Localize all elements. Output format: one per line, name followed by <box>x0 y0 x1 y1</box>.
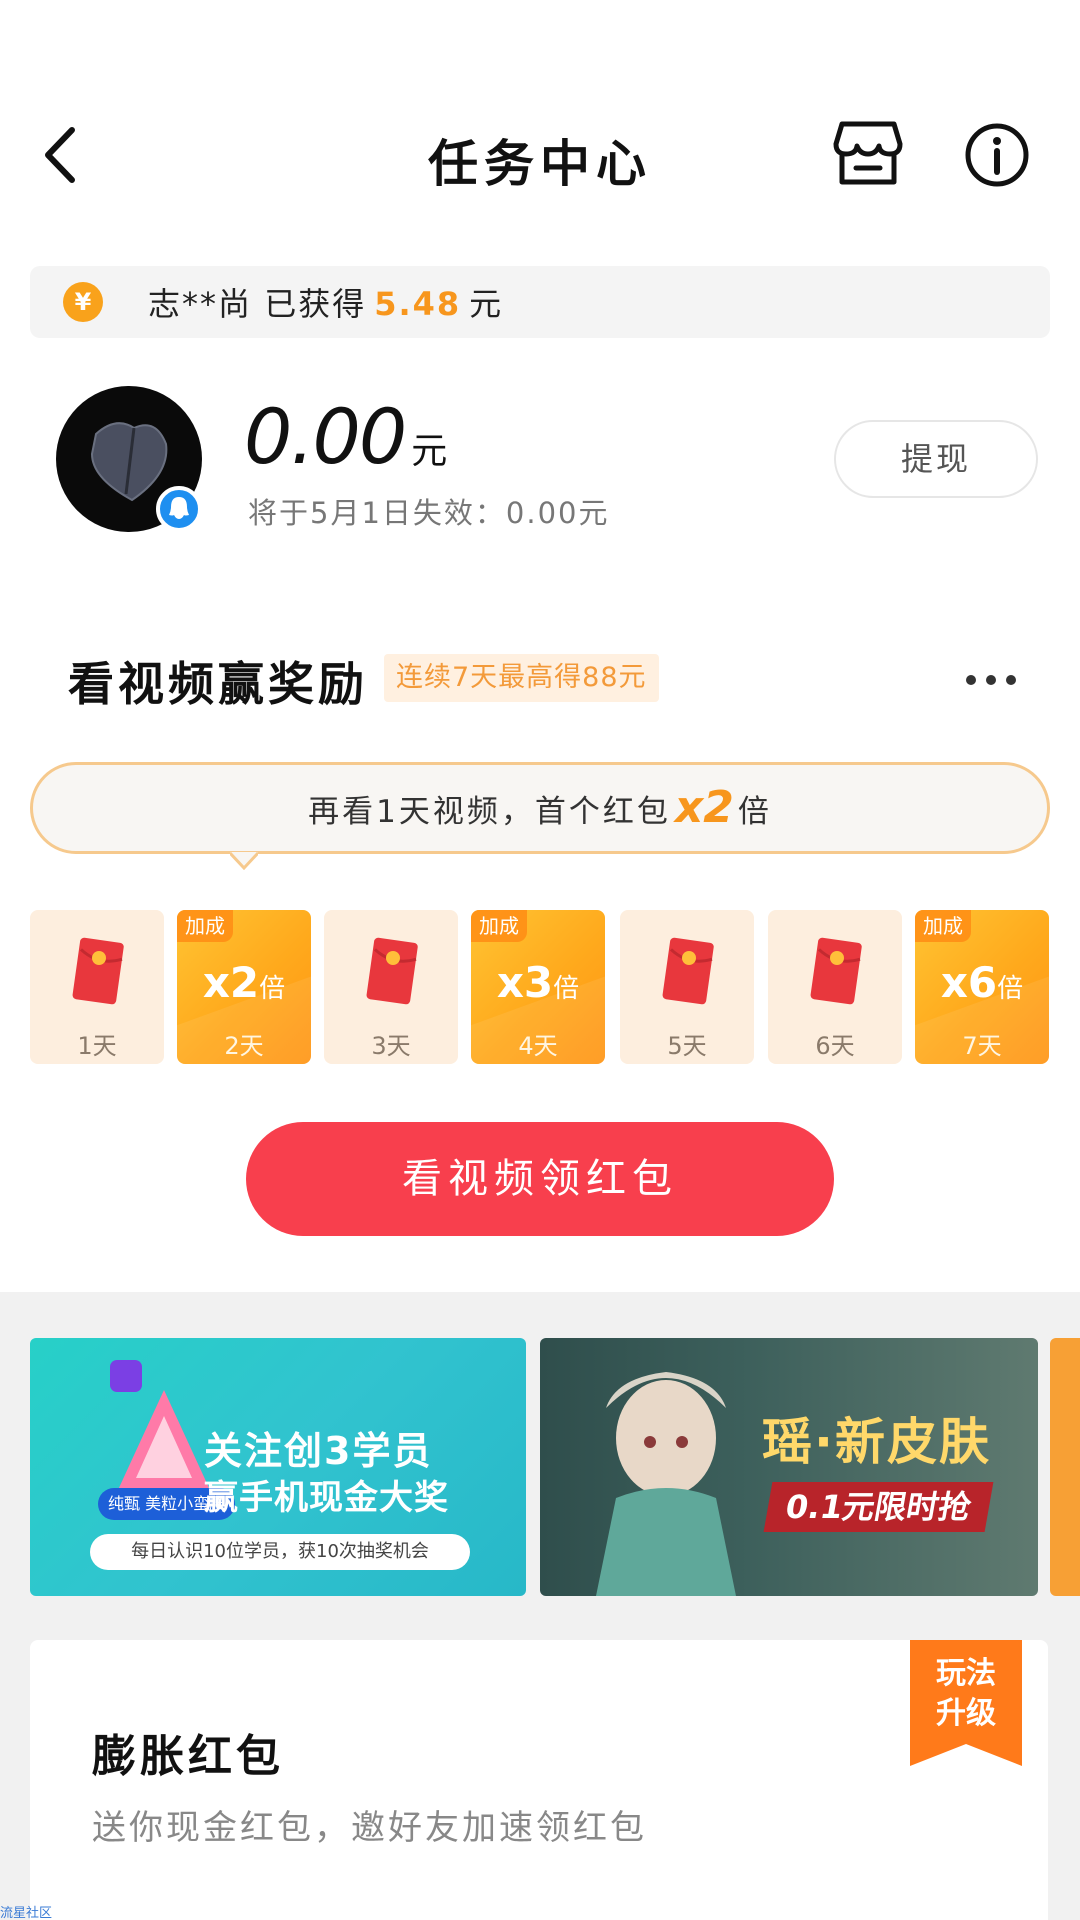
day-item-6: 6天 <box>768 910 902 1064</box>
watch-video-button[interactable]: 看视频领红包 <box>246 1122 834 1236</box>
banner-next-peek[interactable] <box>1050 1338 1080 1596</box>
tip-arrow-icon <box>230 852 258 870</box>
tip-bubble: 再看1天视频，首个红包x2 倍 <box>30 762 1050 854</box>
day-label: 6天 <box>815 1032 855 1060</box>
bonus-tag: 加成 <box>471 910 527 942</box>
banner-subtitle: 0.1元限时抢 <box>763 1482 994 1532</box>
expire-text: 将于5月1日失效：0.00元 <box>248 496 610 530</box>
ribbon-text: 玩法 升级 <box>936 1656 996 1731</box>
red-envelope-icon <box>810 937 862 1005</box>
section-tag: 连续7天最高得88元 <box>384 654 659 702</box>
banner-subtitle: 赢手机现金大奖 <box>204 1478 449 1518</box>
day-item-5: 5天 <box>620 910 754 1064</box>
day-label: 3天 <box>371 1032 411 1060</box>
red-envelope-icon <box>366 937 418 1005</box>
day-label: 4天 <box>518 1032 558 1060</box>
qq-badge-icon <box>156 486 202 532</box>
tip-multiplier: x2 <box>674 782 734 833</box>
banner-yao-skin[interactable]: 瑶·新皮肤 0.1元限时抢 <box>540 1338 1038 1596</box>
red-envelope-icon <box>662 937 714 1005</box>
top-bar: 任务中心 <box>0 100 1080 210</box>
bonus-tag: 加成 <box>915 910 971 942</box>
banner-title: 瑶·新皮肤 <box>762 1413 991 1471</box>
withdraw-button[interactable]: 提现 <box>834 420 1038 498</box>
svg-text:¥: ¥ <box>75 288 92 316</box>
page-title: 任务中心 <box>428 135 652 193</box>
notice-text: 志**尚 已获得 5.48 元 <box>148 279 503 325</box>
red-envelope-icon <box>72 937 124 1005</box>
more-options-icon[interactable] <box>966 670 1016 690</box>
notice-earned-label: 已获得 <box>264 285 367 323</box>
section-title: 看视频赢奖励 <box>68 657 368 711</box>
day-label: 2天 <box>224 1032 264 1060</box>
day-label: 5天 <box>667 1032 707 1060</box>
yuan-coin-icon: ¥ <box>63 282 103 322</box>
day-progress-row: 1天 加成 x2倍 2天 3天 加成 x3倍 4天 5天 6天 加成 x6倍 7… <box>30 910 1050 1064</box>
balance-value: 0.00 <box>244 392 407 481</box>
card-description: 送你现金红包，邀好友加速领红包 <box>92 1808 647 1848</box>
balance-unit: 元 <box>411 431 447 472</box>
info-button[interactable] <box>962 120 1032 190</box>
day-item-3: 3天 <box>324 910 458 1064</box>
tip-suffix: 倍 <box>737 794 772 830</box>
balance-amount: 0.00 元 <box>244 392 447 481</box>
character-illustration <box>596 1372 736 1596</box>
info-icon <box>965 123 1029 187</box>
notice-amount: 5.48 <box>374 285 462 323</box>
store-button[interactable] <box>832 120 904 188</box>
notice-unit: 元 <box>469 285 504 323</box>
card-title: 膨胀红包 <box>92 1731 284 1782</box>
bonus-tag: 加成 <box>177 910 233 942</box>
store-icon <box>833 121 903 185</box>
inflate-redpacket-card[interactable]: 玩法 升级 膨胀红包 送你现金红包，邀好友加速领红包 <box>30 1640 1048 1920</box>
bonus-multiplier: x6倍 <box>940 958 1024 1007</box>
bonus-multiplier: x2倍 <box>202 958 286 1007</box>
banner-chuang3[interactable]: 纯甄 美粒小蛮腰 关注创3学员 赢手机现金大奖 每日认识10位学员，获10次抽奖… <box>30 1338 526 1596</box>
watermark: 流星社区 <box>0 1906 53 1920</box>
earnings-notice-bar: ¥ 志**尚 已获得 5.48 元 <box>30 266 1050 338</box>
day-label: 1天 <box>77 1032 117 1060</box>
day-item-1: 1天 <box>30 910 164 1064</box>
bonus-multiplier: x3倍 <box>496 958 580 1007</box>
tip-prefix: 再看1天视频，首个红包 <box>308 794 671 830</box>
day-item-7: 加成 x6倍 7天 <box>915 910 1049 1064</box>
notice-user-name: 志**尚 <box>148 285 253 323</box>
banner-note: 每日认识10位学员，获10次抽奖机会 <box>90 1534 470 1570</box>
day-item-4: 加成 x3倍 4天 <box>471 910 605 1064</box>
banner-title: 关注创3学员 <box>204 1429 433 1473</box>
day-label: 7天 <box>962 1032 1002 1060</box>
day-item-2: 加成 x2倍 2天 <box>177 910 311 1064</box>
